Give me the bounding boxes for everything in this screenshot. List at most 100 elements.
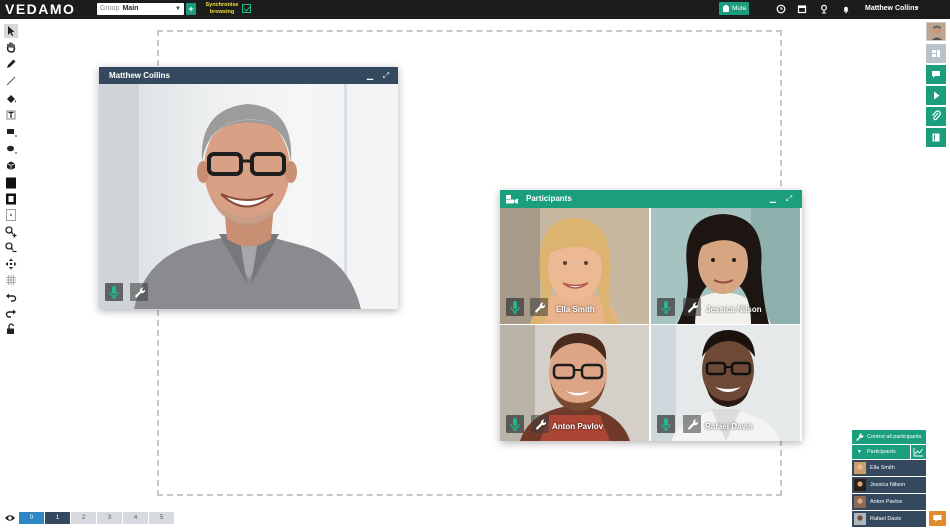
paint-bucket-icon: [7, 95, 16, 103]
participant-list-item[interactable]: Rafael Davis: [852, 511, 926, 527]
participants-title-label: Participants: [526, 194, 572, 203]
clock-icon[interactable]: [776, 4, 786, 14]
participant-settings-button[interactable]: [530, 298, 548, 316]
location-pin-icon[interactable]: [819, 4, 829, 14]
zoom-out-icon: [5, 242, 17, 253]
bell-icon[interactable]: [841, 4, 851, 14]
text-icon: [6, 110, 16, 120]
participant-mic-button[interactable]: [657, 415, 675, 433]
move-canvas-button[interactable]: [4, 257, 18, 271]
host-settings-button[interactable]: [130, 283, 148, 301]
stroke-color-button[interactable]: [4, 192, 18, 206]
host-video-image: [99, 84, 398, 309]
participant-tile[interactable]: Jessica Nilson: [651, 208, 800, 324]
participant-settings-button[interactable]: [683, 415, 701, 433]
attachments-button[interactable]: [926, 107, 946, 126]
participant-tile[interactable]: Anton Pavlov: [500, 325, 649, 441]
chevron-down-icon[interactable]: ▼: [914, 4, 920, 14]
undo-button[interactable]: [4, 290, 18, 304]
cursor-arrow-icon: [8, 26, 15, 36]
wrench-icon: [688, 302, 699, 313]
grid-toggle-button[interactable]: [4, 273, 18, 287]
page-tab-3[interactable]: 3: [97, 512, 122, 524]
host-video-feed: [99, 84, 398, 309]
participant-settings-button[interactable]: [531, 415, 549, 433]
participant-name: Rafael Davis: [705, 422, 753, 431]
unlock-icon: [7, 323, 15, 334]
participant-tile[interactable]: Ella Smith: [500, 208, 649, 324]
zoom-in-button[interactable]: [4, 225, 18, 239]
user-menu-name[interactable]: Matthew Collins: [865, 4, 918, 14]
hand-icon: [6, 42, 16, 53]
microphone-icon: [109, 286, 119, 299]
control-all-participants-button[interactable]: Control all participants: [852, 430, 926, 444]
zoom-in-icon: [5, 226, 17, 238]
page-tab-2[interactable]: 2: [71, 512, 96, 524]
page-tab-4[interactable]: 4: [123, 512, 148, 524]
play-icon: [934, 91, 940, 100]
paperclip-icon: [932, 110, 941, 121]
host-video-title[interactable]: Matthew Collins: [99, 67, 398, 84]
line-tool-button[interactable]: [4, 74, 18, 88]
play-media-button[interactable]: [926, 86, 946, 105]
participant-mic-button[interactable]: [506, 298, 524, 316]
microphone-icon: [723, 5, 729, 12]
stroke-width-button[interactable]: [4, 208, 18, 222]
participants-list-toggle[interactable]: ▼ Participants: [852, 445, 910, 459]
redo-button[interactable]: [4, 306, 18, 320]
wrench-icon: [135, 287, 146, 298]
host-video-window[interactable]: Matthew Collins ▁ ⤢: [99, 67, 398, 309]
expand-icon[interactable]: ⤢: [784, 190, 794, 208]
ellipse-tool-button[interactable]: [4, 142, 18, 156]
participants-window-title[interactable]: Participants: [500, 190, 802, 208]
expand-icon[interactable]: ⤢: [381, 67, 391, 84]
minimize-icon[interactable]: ▁: [365, 67, 375, 84]
participant-tile[interactable]: Rafael Davis: [651, 325, 800, 441]
host-mic-button[interactable]: [105, 283, 123, 301]
microphone-icon: [661, 301, 671, 314]
group-select[interactable]: Group Main ▼: [97, 3, 184, 15]
zoom-out-button[interactable]: [4, 241, 18, 255]
fill-color-button[interactable]: [4, 176, 18, 190]
book-icon: [932, 133, 940, 142]
participants-list-label: Participants: [867, 449, 896, 455]
page-tab-1[interactable]: 1: [45, 512, 70, 524]
pencil-tool-button[interactable]: [4, 57, 18, 71]
minimize-icon[interactable]: ▁: [768, 190, 778, 208]
statistics-button[interactable]: [911, 445, 926, 459]
microphone-icon: [661, 418, 671, 431]
notes-button[interactable]: [926, 128, 946, 147]
chat-panel-button[interactable]: [926, 65, 946, 84]
participant-list-item[interactable]: Anton Pavlov: [852, 494, 926, 510]
stamp-tool-button[interactable]: [4, 159, 18, 173]
participant-mic-button[interactable]: [506, 415, 524, 433]
redo-icon: [5, 309, 16, 318]
mute-button[interactable]: Mute: [719, 2, 749, 15]
group-value: Main: [122, 5, 139, 12]
pan-tool-button[interactable]: [4, 40, 18, 54]
microphone-icon: [510, 418, 520, 431]
microphone-icon: [510, 301, 520, 314]
eye-icon[interactable]: [4, 513, 16, 523]
page-tab-5[interactable]: 5: [149, 512, 174, 524]
participants-video-window[interactable]: Participants ▁ ⤢ Ella Smith Jessica Nils…: [500, 190, 802, 441]
calendar-icon[interactable]: [797, 4, 807, 14]
fill-tool-button[interactable]: [4, 91, 18, 105]
participant-mic-button[interactable]: [657, 298, 675, 316]
participant-list-item[interactable]: Jessica Nilson: [852, 477, 926, 493]
participant-list-item[interactable]: Ella Smith: [852, 460, 926, 476]
current-page-tab[interactable]: 0: [19, 512, 44, 524]
user-avatar[interactable]: [926, 22, 946, 41]
lock-button[interactable]: [4, 322, 18, 336]
select-tool-button[interactable]: [4, 24, 18, 38]
avatar: [854, 462, 866, 474]
layouts-button[interactable]: [926, 44, 946, 63]
participant-name: Ella Smith: [556, 305, 595, 314]
chat-button[interactable]: [929, 511, 946, 526]
sync-browsing-checkbox[interactable]: [242, 4, 251, 13]
participant-settings-button[interactable]: [683, 298, 701, 316]
rectangle-tool-button[interactable]: [4, 125, 18, 139]
text-tool-button[interactable]: [4, 108, 18, 122]
line-icon: [6, 76, 16, 86]
add-group-button[interactable]: +: [186, 3, 196, 15]
